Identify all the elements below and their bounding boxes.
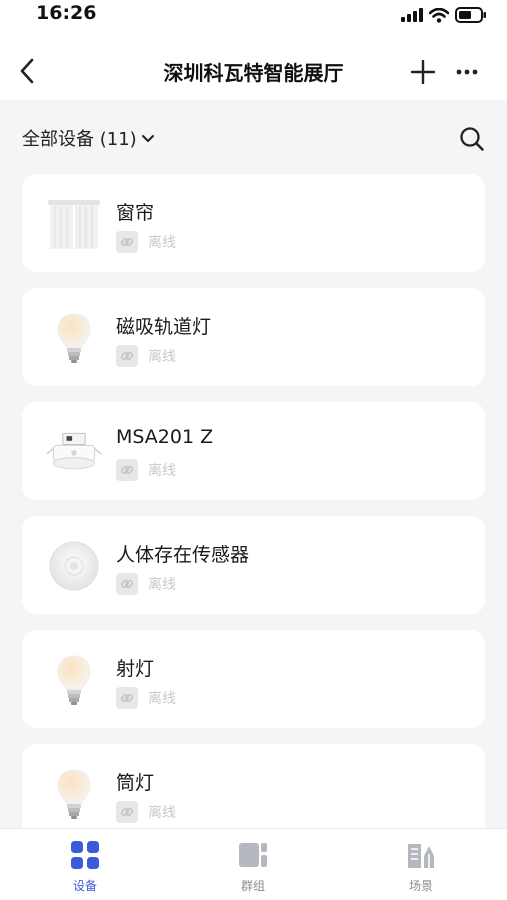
tab-groups[interactable]: 群组 [213, 839, 293, 895]
ceiling-sensor-icon [46, 424, 102, 480]
more-icon [456, 69, 478, 75]
curtain-icon [46, 196, 102, 252]
search-button[interactable] [456, 123, 488, 155]
tab-bar: 设备 群组 场景 [0, 828, 507, 900]
wifi-icon [429, 7, 449, 23]
plus-icon [411, 60, 435, 84]
add-button[interactable] [408, 57, 438, 87]
device-card[interactable]: 窗帘 离线 [22, 174, 485, 272]
device-status: 离线 [116, 573, 176, 595]
link-off-icon [116, 459, 138, 481]
link-off-icon [116, 573, 138, 595]
tab-label: 场景 [408, 879, 433, 893]
device-filter-dropdown[interactable]: 全部设备 (11) [22, 124, 155, 152]
device-name: 人体存在传感器 [116, 544, 250, 566]
status-label: 离线 [148, 577, 176, 593]
device-name: 窗帘 [116, 202, 155, 224]
group-icon [237, 839, 269, 871]
search-icon [460, 127, 484, 151]
filter-label: 全部设备 (11) [22, 129, 137, 150]
header-area: 16:26 深圳科瓦特智能展厅 [0, 0, 507, 100]
nav-bar: 深圳科瓦特智能展厅 [0, 44, 507, 100]
device-status: 离线 [116, 231, 176, 253]
presence-sensor-icon [46, 538, 102, 594]
device-name: 磁吸轨道灯 [116, 316, 212, 338]
device-card[interactable]: 磁吸轨道灯 离线 [22, 288, 485, 386]
tab-devices[interactable]: 设备 [45, 839, 125, 895]
device-card[interactable]: 人体存在传感器 离线 [22, 516, 485, 614]
status-label: 离线 [148, 691, 176, 707]
device-name: MSA201 Z [116, 426, 214, 448]
status-bar: 16:26 [0, 0, 507, 30]
tab-label: 设备 [72, 879, 97, 893]
link-off-icon [116, 687, 138, 709]
bulb-icon [46, 766, 102, 822]
status-label: 离线 [148, 463, 176, 479]
signal-icon [401, 8, 423, 22]
device-name: 射灯 [116, 658, 155, 680]
device-status: 离线 [116, 345, 176, 367]
tab-label: 群组 [240, 879, 265, 893]
device-name: 筒灯 [116, 772, 155, 794]
device-status: 离线 [116, 459, 176, 481]
chevron-down-icon [141, 135, 154, 142]
more-button[interactable] [452, 57, 482, 87]
device-status: 离线 [116, 801, 176, 823]
status-label: 离线 [148, 235, 176, 251]
device-status: 离线 [116, 687, 176, 709]
bulb-icon [46, 652, 102, 708]
scene-icon [405, 839, 437, 871]
device-list: 窗帘 离线 磁吸轨道灯 离线 MSA201 Z 离线 人体存在传感器 离线 射灯… [22, 174, 485, 858]
link-off-icon [116, 345, 138, 367]
status-icons [401, 6, 487, 24]
device-card[interactable]: 射灯 离线 [22, 630, 485, 728]
status-time: 16:26 [36, 2, 97, 24]
grid-icon [69, 839, 101, 871]
device-card[interactable]: MSA201 Z 离线 [22, 402, 485, 500]
filter-row: 全部设备 (11) [0, 118, 507, 158]
link-off-icon [116, 801, 138, 823]
battery-icon [455, 7, 486, 23]
bulb-icon [46, 310, 102, 366]
status-label: 离线 [148, 805, 176, 821]
status-label: 离线 [148, 349, 176, 365]
link-off-icon [116, 231, 138, 253]
tab-scenes[interactable]: 场景 [381, 839, 461, 895]
